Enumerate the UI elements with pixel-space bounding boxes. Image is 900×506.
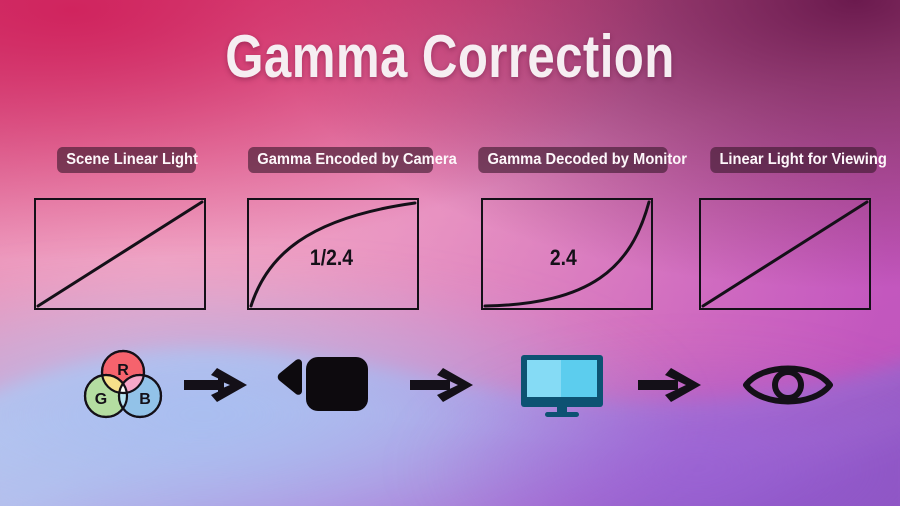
stage-label-gamma-decoded-by-monitor: Gamma Decoded by Monitor	[478, 147, 687, 173]
gamma-value-decode: 2.4	[549, 245, 577, 270]
gamma-correction-infographic: Gamma Correction Scene Linear Light Gamm…	[0, 0, 900, 506]
arrow-right-icon-1	[184, 368, 248, 402]
rgb-label-b: B	[139, 391, 151, 408]
monitor-icon	[521, 355, 603, 417]
gamma-value-encode: 1/2.4	[309, 245, 354, 270]
video-camera-icon	[276, 357, 368, 411]
rgb-label-r: R	[117, 362, 129, 379]
page-title: Gamma Correction	[225, 23, 675, 90]
arrow-right-icon-2	[410, 368, 474, 402]
stage-label-gamma-encoded-by-camera: Gamma Encoded by Camera	[248, 147, 457, 173]
eye-icon	[742, 360, 834, 410]
rgb-venn-icon: R G B	[80, 348, 166, 420]
rgb-label-g: G	[95, 391, 107, 408]
stage-label-scene-linear-light: Scene Linear Light	[57, 147, 198, 173]
arrow-right-icon-3	[638, 368, 702, 402]
plot-scene-linear-light	[34, 198, 206, 310]
plot-linear-light-for-viewing	[699, 198, 871, 310]
stage-label-linear-light-for-viewing: Linear Light for Viewing	[710, 147, 887, 173]
